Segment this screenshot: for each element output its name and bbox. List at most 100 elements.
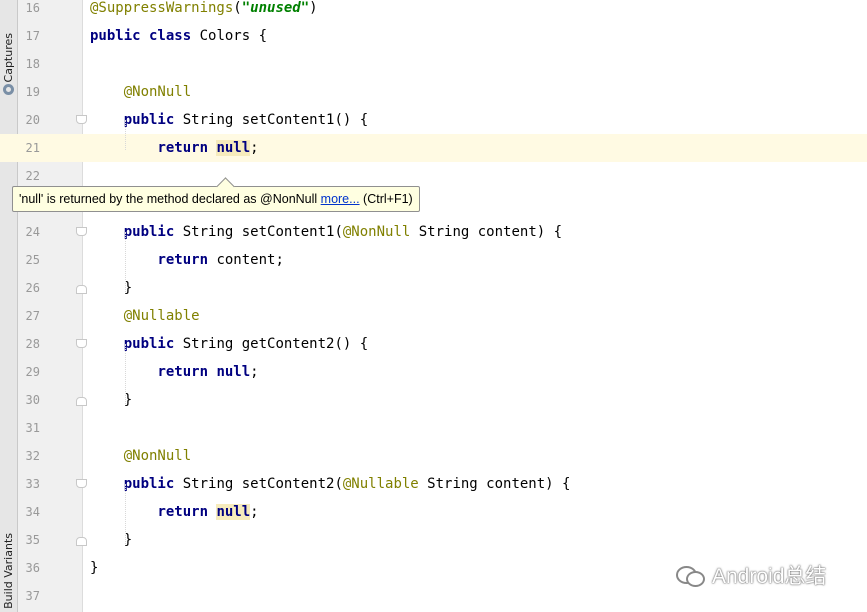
keyword-token: null (216, 140, 251, 156)
line-number: 27 (25, 309, 40, 323)
code-token: String content) { (410, 224, 563, 240)
fold-marker-icon[interactable] (76, 397, 87, 406)
keyword-token: return (157, 140, 209, 156)
line-number: 37 (25, 589, 40, 603)
fold-marker-icon[interactable] (76, 537, 87, 546)
line-number: 36 (25, 561, 40, 575)
code-line[interactable]: 19 @NonNull (0, 78, 867, 106)
code-token: ; (250, 140, 259, 156)
indent-guide (125, 344, 126, 404)
code-text: return null; (90, 134, 259, 162)
keyword-token: return null (157, 364, 251, 380)
line-number: 35 (25, 533, 40, 547)
indent-guide (125, 232, 126, 292)
code-text: return content; (90, 246, 284, 274)
code-line[interactable]: 33 public String setContent2(@Nullable S… (0, 470, 867, 498)
code-line[interactable]: 16 @SuppressWarnings("unused") (0, 0, 867, 22)
code-line[interactable]: 18 (0, 50, 867, 78)
code-line[interactable]: 32 @NonNull (0, 442, 867, 470)
wechat-icon (676, 563, 706, 587)
code-token: } (90, 560, 99, 576)
code-line[interactable]: 20 public String setContent1() { (0, 106, 867, 134)
annotation-token: @Nullable (123, 308, 200, 324)
code-text: return null; (90, 498, 259, 526)
string-token: "unused" (241, 0, 310, 16)
line-number: 17 (25, 29, 40, 43)
fold-marker-icon[interactable] (76, 285, 87, 294)
keyword-token: public class (90, 28, 192, 44)
fold-marker-icon[interactable] (76, 479, 87, 488)
tooltip-more-link[interactable]: more... (321, 192, 360, 206)
line-number: 28 (25, 337, 40, 351)
code-text: @NonNull (90, 78, 191, 106)
code-token: String content) { (418, 476, 571, 492)
code-line[interactable]: 31 (0, 414, 867, 442)
fold-marker-icon[interactable] (76, 227, 87, 236)
line-number: 18 (25, 57, 40, 71)
line-number: 20 (25, 113, 40, 127)
annotation-token: @Nullable (342, 476, 419, 492)
code-token: ) (309, 0, 318, 16)
inspection-tooltip: 'null' is returned by the method declare… (12, 186, 420, 212)
keyword-token: public (123, 476, 175, 492)
code-line[interactable]: 35 } (0, 526, 867, 554)
indent-guide (125, 120, 126, 150)
annotation-token: @SuppressWarnings (90, 0, 234, 16)
line-number: 21 (18, 134, 40, 162)
code-token: ; (250, 504, 259, 520)
code-text: @NonNull (90, 442, 191, 470)
fold-marker-icon[interactable] (76, 339, 87, 348)
keyword-token: return (157, 504, 209, 520)
fold-marker-icon[interactable] (76, 115, 87, 124)
annotation-token: @NonNull (123, 448, 192, 464)
keyword-token: public (123, 224, 175, 240)
code-token: content; (208, 252, 284, 268)
code-token: String getContent2() { (174, 336, 369, 352)
code-line[interactable]: 26 } (0, 274, 867, 302)
line-number: 33 (25, 477, 40, 491)
code-text: public class Colors { (90, 22, 267, 50)
annotation-token: @NonNull (342, 224, 411, 240)
code-line[interactable]: 25 return content; (0, 246, 867, 274)
keyword-token: null (216, 504, 251, 520)
code-text: public String setContent1(@NonNull Strin… (90, 218, 562, 246)
code-line[interactable]: 28 public String getContent2() { (0, 330, 867, 358)
code-text: public String setContent2(@Nullable Stri… (90, 470, 571, 498)
code-line[interactable]: 21 return null; (0, 134, 867, 162)
code-line[interactable]: 30 } (0, 386, 867, 414)
line-number: 34 (25, 505, 40, 519)
code-line[interactable]: 17 public class Colors { (0, 22, 867, 50)
watermark-text: Android总结 (712, 565, 827, 588)
keyword-token: return (157, 252, 209, 268)
code-text: @Nullable (90, 302, 200, 330)
line-number: 16 (25, 1, 40, 15)
code-token: Colors { (191, 28, 268, 44)
line-number: 26 (25, 281, 40, 295)
code-token: String setContent1() { (174, 112, 369, 128)
line-number: 25 (25, 253, 40, 267)
annotation-token: @NonNull (123, 84, 192, 100)
keyword-token: public (123, 336, 175, 352)
tooltip-message: 'null' is returned by the method declare… (19, 192, 321, 206)
code-line[interactable]: 34 return null; (0, 498, 867, 526)
watermark: Android总结 (676, 560, 826, 590)
line-number: 29 (25, 365, 40, 379)
line-number: 32 (25, 449, 40, 463)
code-text: return null; (90, 358, 258, 386)
code-token: String setContent1( (174, 224, 343, 240)
line-number: 30 (25, 393, 40, 407)
code-line[interactable]: 24 public String setContent1(@NonNull St… (0, 218, 867, 246)
code-text: public String setContent1() { (90, 106, 368, 134)
code-line[interactable]: 27 @Nullable (0, 302, 867, 330)
code-line[interactable]: 29 return null; (0, 358, 867, 386)
line-number: 19 (25, 85, 40, 99)
code-token: String setContent2( (174, 476, 343, 492)
